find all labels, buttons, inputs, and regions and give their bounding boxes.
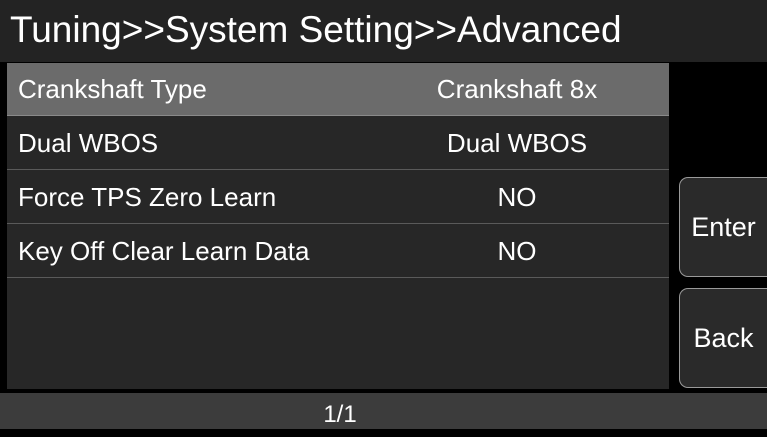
setting-label: Crankshaft Type <box>18 74 207 104</box>
footer-bar: 1/1 <box>0 393 767 429</box>
setting-row-crankshaft-type[interactable]: Crankshaft Type Crankshaft 8x <box>7 63 669 116</box>
title-bar: Tuning>>System Setting>>Advanced <box>0 0 767 62</box>
back-button[interactable]: Back <box>679 288 767 388</box>
setting-value: Dual WBOS <box>446 128 588 158</box>
enter-button[interactable]: Enter <box>679 177 767 277</box>
setting-label: Key Off Clear Learn Data <box>18 236 310 266</box>
setting-label: Dual WBOS <box>18 128 159 158</box>
page-title: Tuning>>System Setting>>Advanced <box>10 9 622 50</box>
setting-label: Force TPS Zero Learn <box>18 182 277 212</box>
setting-value: NO <box>497 182 537 212</box>
setting-row-dual-wbos[interactable]: Dual WBOS Dual WBOS <box>7 117 669 170</box>
setting-value: Crankshaft 8x <box>436 74 598 104</box>
setting-row-force-tps-zero-learn[interactable]: Force TPS Zero Learn NO <box>7 171 669 224</box>
setting-value: NO <box>497 236 537 266</box>
setting-row-key-off-clear-learn-data[interactable]: Key Off Clear Learn Data NO <box>7 225 669 278</box>
page-indicator: 1/1 <box>323 401 357 428</box>
